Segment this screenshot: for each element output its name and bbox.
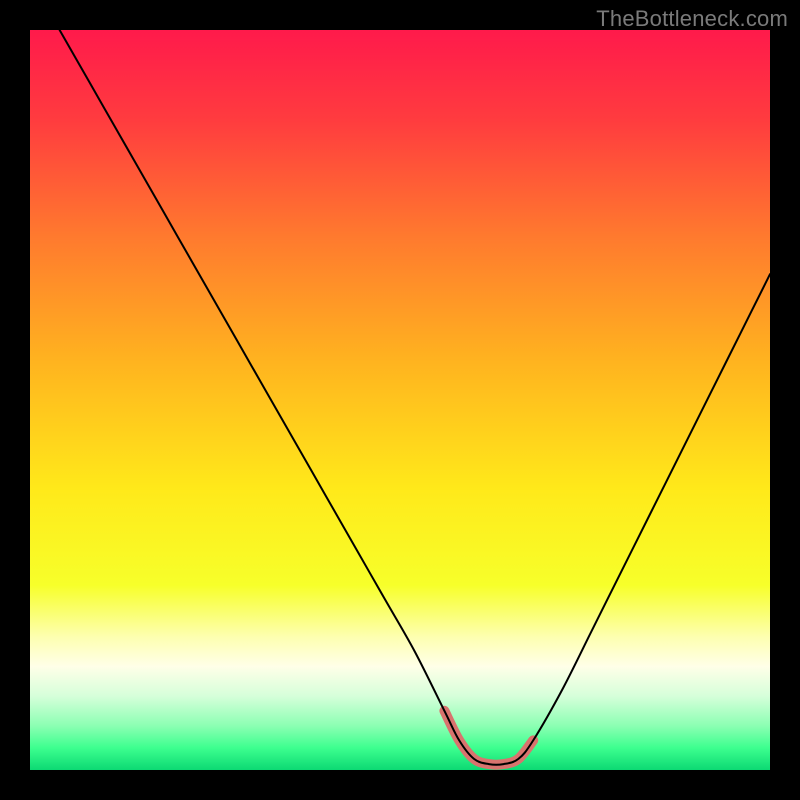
watermark-text: TheBottleneck.com [596,6,788,32]
gradient-background [30,30,770,770]
bottleneck-chart [30,30,770,770]
chart-frame: TheBottleneck.com [0,0,800,800]
plot-area [30,30,770,770]
